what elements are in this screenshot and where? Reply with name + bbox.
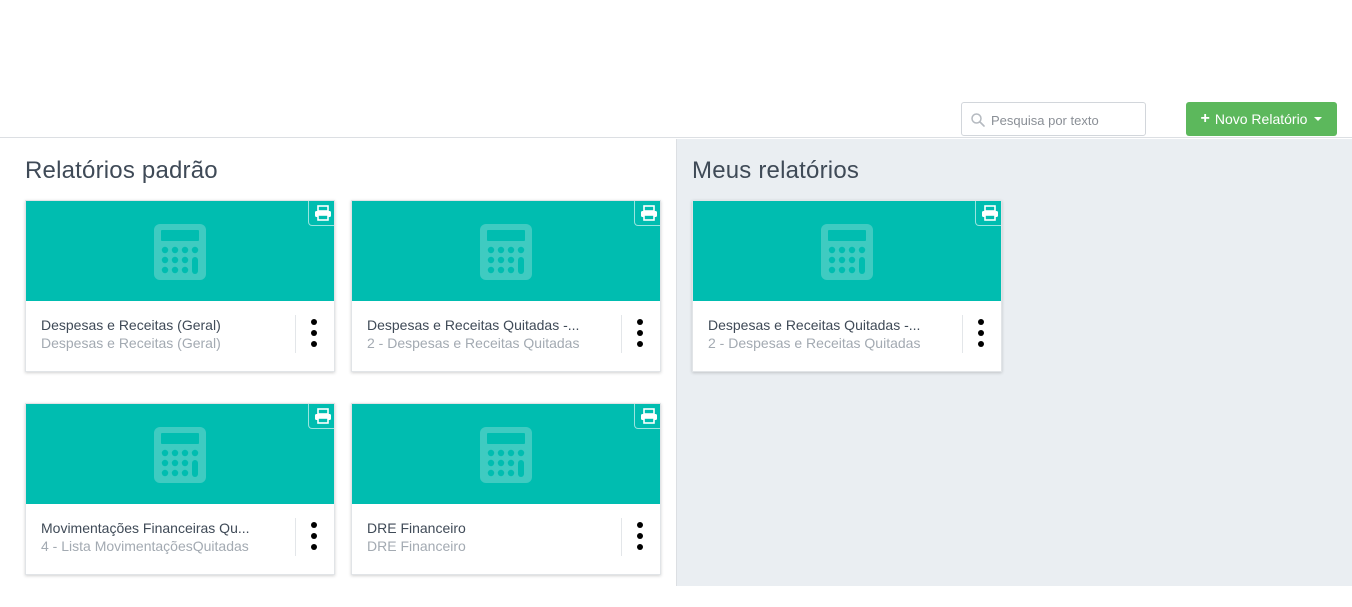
report-card[interactable]: DRE Financeiro DRE Financeiro: [351, 403, 661, 575]
default-reports-panel: Relatórios padrão Despesas e Receitas (G…: [0, 139, 676, 586]
calculator-icon: [480, 427, 532, 483]
print-button[interactable]: [308, 201, 334, 226]
more-options-icon[interactable]: [632, 319, 648, 353]
calculator-icon: [821, 224, 873, 280]
print-button[interactable]: [634, 201, 660, 226]
card-divider: [621, 518, 622, 556]
card-title: Despesas e Receitas Quitadas -...: [367, 317, 580, 333]
search-icon: [971, 113, 985, 127]
report-card[interactable]: Movimentações Financeiras Qu... 4 - List…: [25, 403, 335, 575]
card-subtitle: 4 - Lista MovimentaçõesQuitadas: [41, 538, 249, 554]
card-subtitle: 2 - Despesas e Receitas Quitadas: [708, 335, 921, 351]
card-divider: [295, 315, 296, 353]
calculator-icon: [154, 224, 206, 280]
caret-down-icon: [1314, 117, 1323, 121]
card-info: DRE Financeiro DRE Financeiro: [367, 519, 617, 555]
plus-icon: +: [1200, 110, 1210, 127]
more-options-icon[interactable]: [306, 522, 322, 556]
card-divider: [962, 315, 963, 353]
card-banner: [693, 201, 1001, 301]
printer-icon: [641, 205, 657, 221]
calculator-icon: [154, 427, 206, 483]
printer-icon: [315, 408, 331, 424]
my-reports-panel: Meus relatórios Despesas e Receitas Quit…: [676, 139, 1352, 586]
card-title: Despesas e Receitas Quitadas -...: [708, 317, 921, 333]
search-input[interactable]: [991, 109, 1141, 131]
new-report-button[interactable]: + Novo Relatório: [1186, 102, 1337, 136]
card-banner: [26, 404, 334, 504]
card-banner: [352, 201, 660, 301]
report-card[interactable]: Despesas e Receitas (Geral) Despesas e R…: [25, 200, 335, 372]
print-button[interactable]: [975, 201, 1001, 226]
my-reports-title: Meus relatórios: [692, 157, 860, 184]
calculator-icon: [480, 224, 532, 280]
more-options-icon[interactable]: [632, 522, 648, 556]
card-title: DRE Financeiro: [367, 520, 466, 536]
search-box[interactable]: [961, 102, 1146, 136]
card-info: Despesas e Receitas Quitadas -... 2 - De…: [708, 316, 958, 352]
card-info: Movimentações Financeiras Qu... 4 - List…: [41, 519, 291, 555]
card-subtitle: Despesas e Receitas (Geral): [41, 335, 221, 351]
printer-icon: [315, 205, 331, 221]
card-divider: [295, 518, 296, 556]
printer-icon: [641, 408, 657, 424]
more-options-icon[interactable]: [973, 319, 989, 353]
card-title: Despesas e Receitas (Geral): [41, 317, 221, 333]
report-card[interactable]: Despesas e Receitas Quitadas -... 2 - De…: [351, 200, 661, 372]
printer-icon: [982, 205, 998, 221]
card-info: Despesas e Receitas (Geral) Despesas e R…: [41, 316, 291, 352]
card-subtitle: 2 - Despesas e Receitas Quitadas: [367, 335, 580, 351]
new-report-label: Novo Relatório: [1214, 111, 1308, 127]
card-info: Despesas e Receitas Quitadas -... 2 - De…: [367, 316, 617, 352]
card-banner: [26, 201, 334, 301]
print-button[interactable]: [634, 404, 660, 429]
report-card[interactable]: Despesas e Receitas Quitadas -... 2 - De…: [692, 200, 1002, 372]
card-subtitle: DRE Financeiro: [367, 538, 466, 554]
print-button[interactable]: [308, 404, 334, 429]
more-options-icon[interactable]: [306, 319, 322, 353]
card-divider: [621, 315, 622, 353]
default-reports-title: Relatórios padrão: [25, 157, 218, 184]
top-bar: + Novo Relatório: [0, 0, 1352, 138]
card-title: Movimentações Financeiras Qu...: [41, 520, 250, 536]
card-banner: [352, 404, 660, 504]
